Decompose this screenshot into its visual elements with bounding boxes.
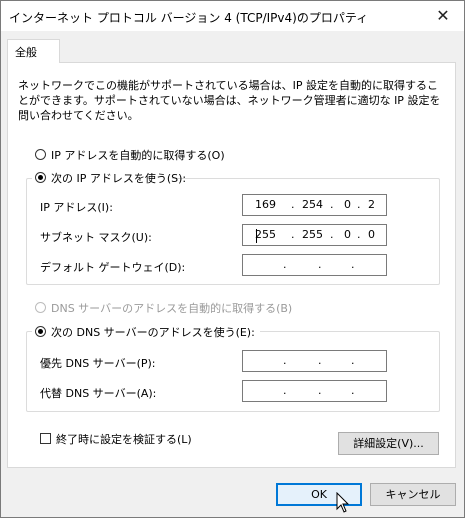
dns-manual-label[interactable]: 次の DNS サーバーのアドレスを使う(E): [51, 324, 255, 340]
ip-manual-label[interactable]: 次の IP アドレスを使う(S): [51, 170, 186, 186]
alternate-dns-field[interactable]: . . . [242, 380, 387, 402]
ip-octet-2: 254 [302, 198, 323, 211]
mask-octet-2: 255 [302, 228, 323, 241]
subnet-mask-label: サブネット マスク(U): [40, 231, 152, 244]
ip-octet-4: 2 [368, 198, 375, 211]
preferred-dns-field[interactable]: . . . [242, 350, 387, 372]
title-bar[interactable]: インターネット プロトコル バージョン 4 (TCP/IPv4)のプロパティ ✕ [1, 1, 464, 31]
advanced-button[interactable]: 詳細設定(V)... [338, 432, 439, 455]
mask-octet-1: 255 [255, 228, 276, 241]
default-gateway-label: デフォルト ゲートウェイ(D): [40, 261, 186, 274]
close-icon[interactable]: ✕ [422, 1, 464, 31]
cancel-button[interactable]: キャンセル [370, 483, 456, 506]
ip-auto-radio[interactable] [35, 149, 46, 160]
tab-general[interactable]: 全般 [7, 39, 60, 63]
alternate-dns-label: 代替 DNS サーバー(A): [40, 387, 157, 400]
tab-general-label: 全般 [15, 46, 37, 59]
default-gateway-field[interactable]: . . . [242, 254, 387, 276]
dns-auto-label[interactable]: DNS サーバーのアドレスを自動的に取得する(B) [51, 300, 292, 316]
mouse-cursor-icon [336, 492, 350, 513]
ip-manual-radio[interactable] [35, 172, 46, 183]
mask-octet-4: 0 [368, 228, 375, 241]
description-text: ネットワークでこの機能がサポートされている場合は、IP 設定を自動的に取得するこ… [18, 79, 441, 122]
ip-address-field[interactable]: 169 . 254 . 0 . 2 [242, 194, 387, 216]
ip-octet-1: 169 [255, 198, 276, 211]
validate-label[interactable]: 終了時に設定を検証する(L) [56, 431, 192, 447]
subnet-mask-field[interactable]: 255 . 255 . 0 . 0 [242, 224, 387, 246]
preferred-dns-label: 優先 DNS サーバー(P): [40, 357, 156, 370]
window-title: インターネット プロトコル バージョン 4 (TCP/IPv4)のプロパティ [9, 11, 369, 25]
text-caret [256, 229, 257, 243]
dns-manual-radio[interactable] [35, 326, 46, 337]
ip-octet-3: 0 [344, 198, 351, 211]
mask-octet-3: 0 [344, 228, 351, 241]
dns-auto-radio[interactable] [35, 302, 46, 313]
ip-address-label: IP アドレス(I): [40, 201, 113, 214]
ip-auto-label[interactable]: IP アドレスを自動的に取得する(O) [51, 147, 225, 163]
validate-checkbox[interactable] [40, 433, 51, 444]
